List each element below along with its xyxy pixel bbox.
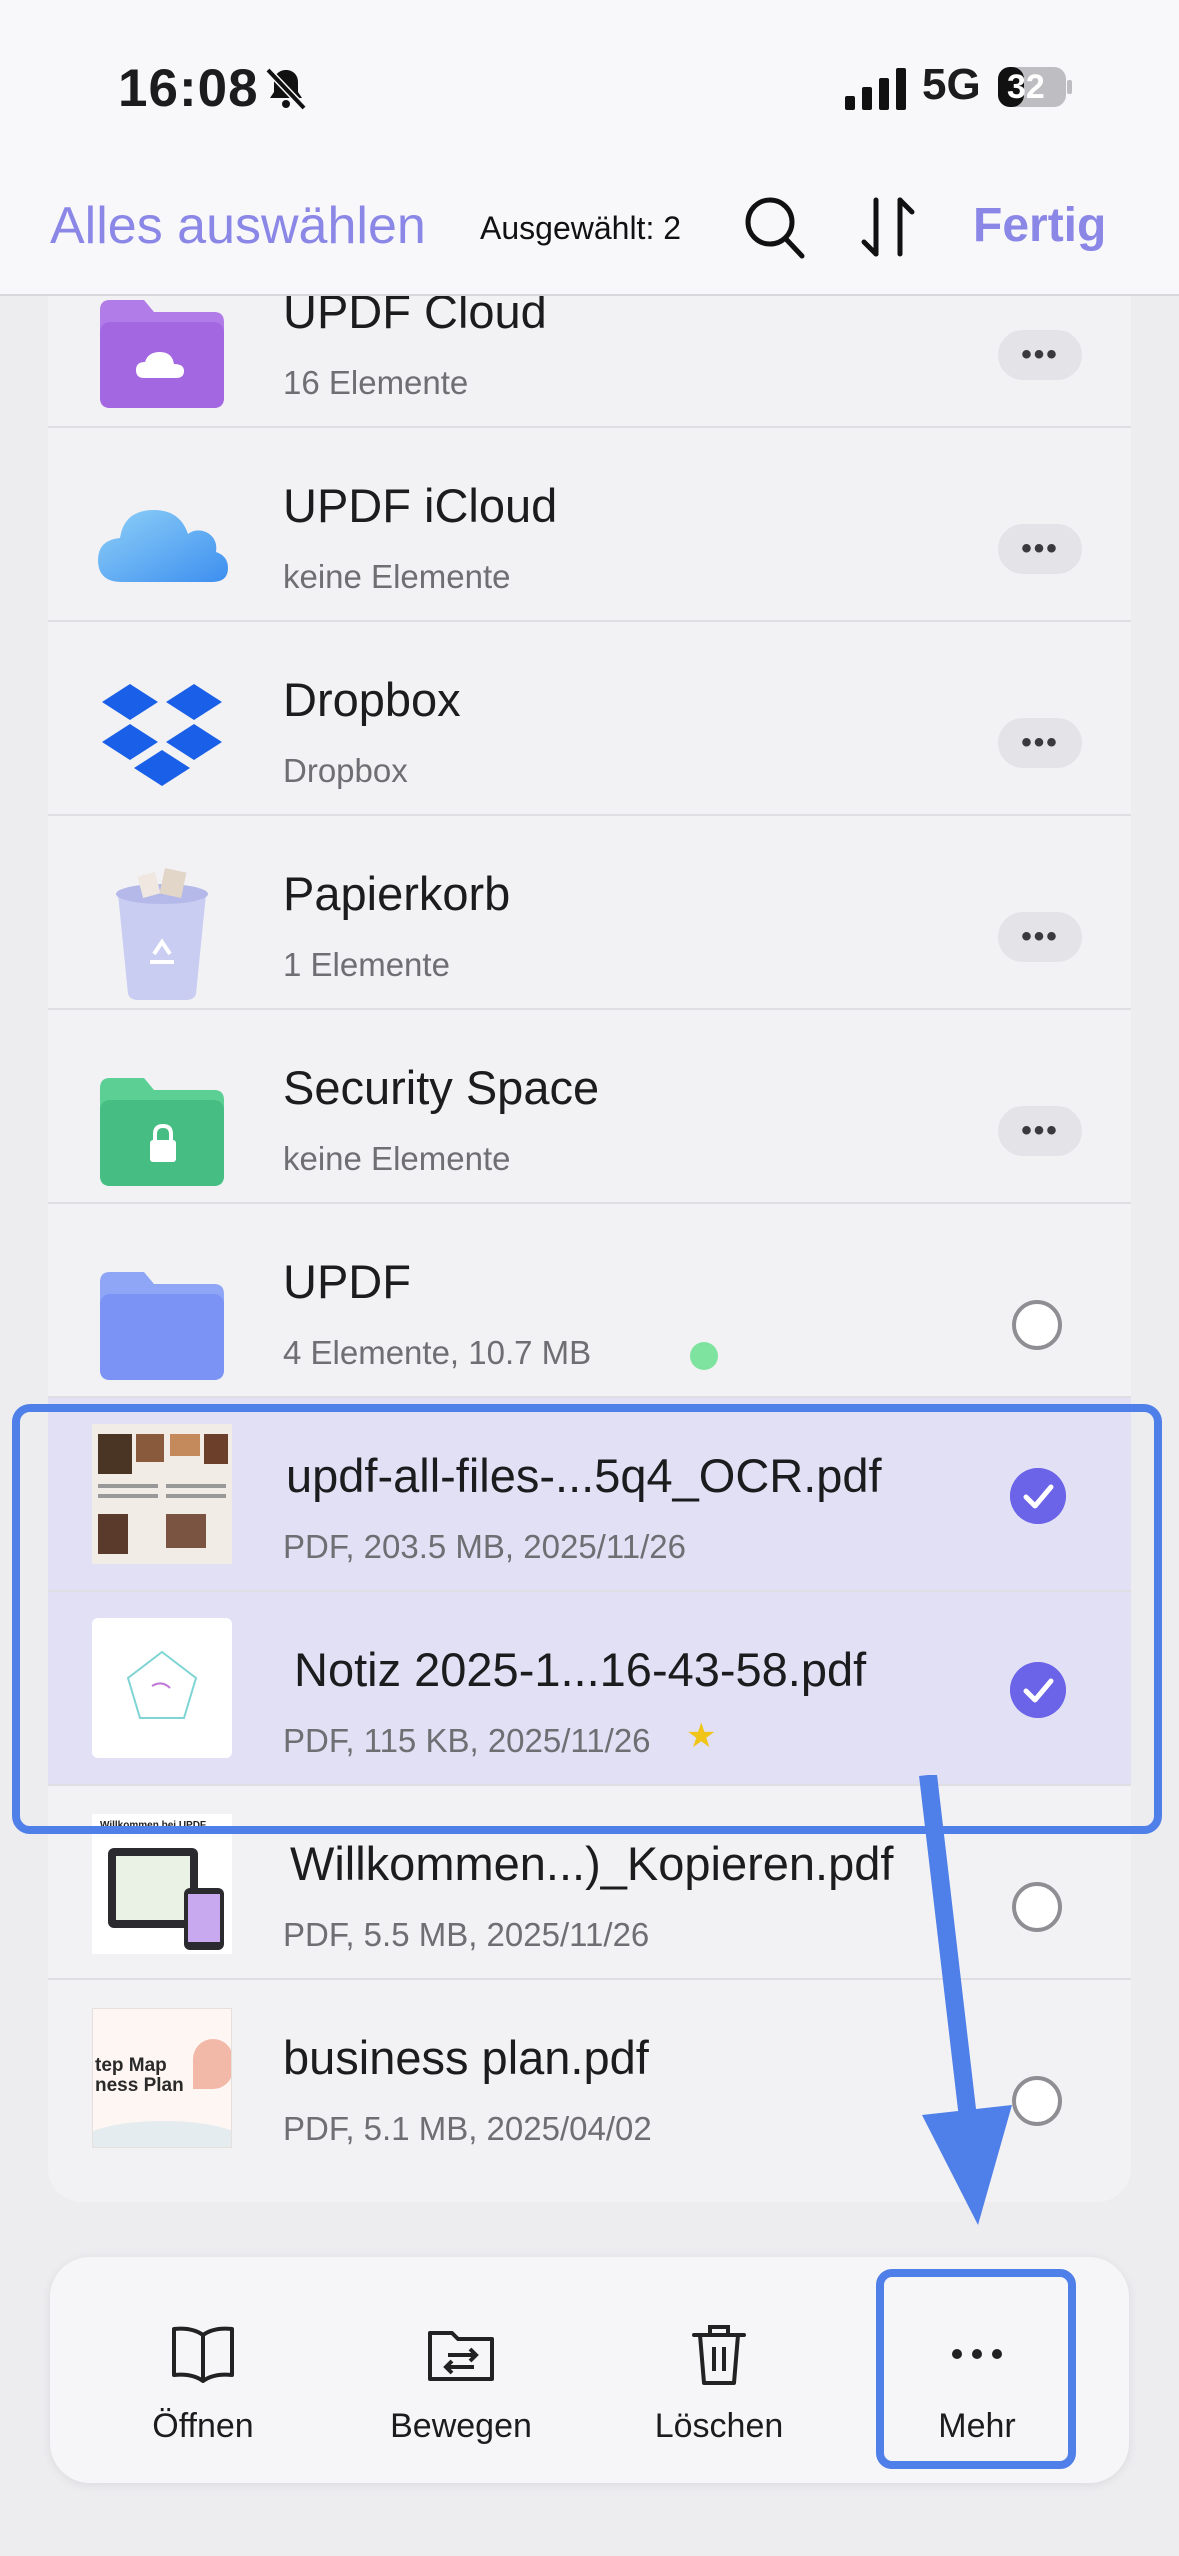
search-icon[interactable]: [738, 188, 810, 264]
dropbox-icon: [102, 684, 222, 786]
locked-folder-icon: [100, 1078, 224, 1186]
trash-icon: [692, 2325, 746, 2385]
network-type: 5G: [922, 60, 981, 109]
move-button[interactable]: Bewegen: [356, 2257, 566, 2483]
list-item[interactable]: UPDF 4 Elemente, 10.7 MB: [48, 1204, 1131, 1398]
delete-button[interactable]: Löschen: [614, 2257, 824, 2483]
folder-icon: [100, 1272, 224, 1380]
item-subtitle: PDF, 5.5 MB, 2025/11/26: [283, 1916, 650, 1953]
folder-move-icon: [428, 2331, 494, 2381]
status-time: 16:08: [118, 59, 259, 118]
pdf-thumbnail: Willkommen bei UPDF: [92, 1814, 232, 1954]
selected-count-label: Ausgewählt: 2: [480, 210, 682, 246]
select-radio[interactable]: [1012, 1300, 1062, 1350]
open-label: Öffnen: [152, 2407, 254, 2445]
item-subtitle: 1 Elemente: [283, 946, 450, 983]
list-item[interactable]: Dropbox Dropbox •••: [48, 622, 1131, 816]
item-title: Papierkorb: [283, 867, 511, 920]
sort-icon[interactable]: [852, 188, 924, 264]
battery-level: 32: [1007, 68, 1045, 106]
sync-status-dot: [690, 1342, 718, 1370]
cloud-folder-icon: [100, 300, 224, 408]
item-subtitle: PDF, 5.1 MB, 2025/04/02: [283, 2110, 652, 2147]
item-title: Dropbox: [283, 673, 461, 726]
item-title: UPDF: [283, 1255, 411, 1308]
item-subtitle: keine Elemente: [283, 1140, 511, 1177]
item-more-button[interactable]: •••: [998, 330, 1082, 380]
item-more-button[interactable]: •••: [998, 1106, 1082, 1156]
item-title: Security Space: [283, 1061, 600, 1114]
battery-icon: 32: [997, 66, 1073, 108]
list-item[interactable]: Security Space keine Elemente •••: [48, 1010, 1131, 1204]
cellular-signal-icon: [845, 68, 906, 110]
open-button[interactable]: Öffnen: [98, 2257, 308, 2483]
item-subtitle: Dropbox: [283, 752, 408, 789]
list-item[interactable]: UPDF iCloud keine Elemente •••: [48, 428, 1131, 622]
more-highlight-box: [876, 2269, 1076, 2469]
icloud-icon: [98, 510, 228, 582]
item-title: UPDF iCloud: [283, 479, 558, 532]
pdf-thumbnail: tep Map ness Plan: [92, 2008, 232, 2148]
item-title: business plan.pdf: [283, 2031, 649, 2084]
book-open-icon: [172, 2326, 234, 2383]
item-more-button[interactable]: •••: [998, 524, 1082, 574]
item-subtitle: 4 Elemente, 10.7 MB: [283, 1334, 592, 1371]
selection-highlight-box: [12, 1404, 1162, 1834]
list-item[interactable]: UPDF Cloud 16 Elemente •••: [48, 294, 1131, 428]
item-more-button[interactable]: •••: [998, 718, 1082, 768]
item-subtitle: 16 Elemente: [283, 364, 469, 401]
delete-label: Löschen: [654, 2407, 784, 2445]
thumbnail-text: ness Plan: [95, 2075, 184, 2096]
trash-bin-icon: [116, 867, 208, 1000]
list-item[interactable]: Papierkorb 1 Elemente •••: [48, 816, 1131, 1010]
annotation-arrow-icon: [919, 1775, 1012, 2225]
select-all-button[interactable]: Alles auswählen: [50, 196, 426, 256]
move-label: Bewegen: [390, 2407, 532, 2445]
header-bar: 16:08 5G 32 Alles auswählen Ausgewählt: …: [0, 0, 1179, 296]
done-button[interactable]: Fertig: [973, 198, 1106, 253]
item-title: UPDF Cloud: [283, 294, 547, 338]
item-subtitle: keine Elemente: [283, 558, 511, 595]
item-title: Willkommen...)_Kopieren.pdf: [290, 1837, 894, 1890]
silent-bell-icon: [265, 67, 307, 111]
thumbnail-text: tep Map: [95, 2055, 167, 2076]
item-more-button[interactable]: •••: [998, 912, 1082, 962]
